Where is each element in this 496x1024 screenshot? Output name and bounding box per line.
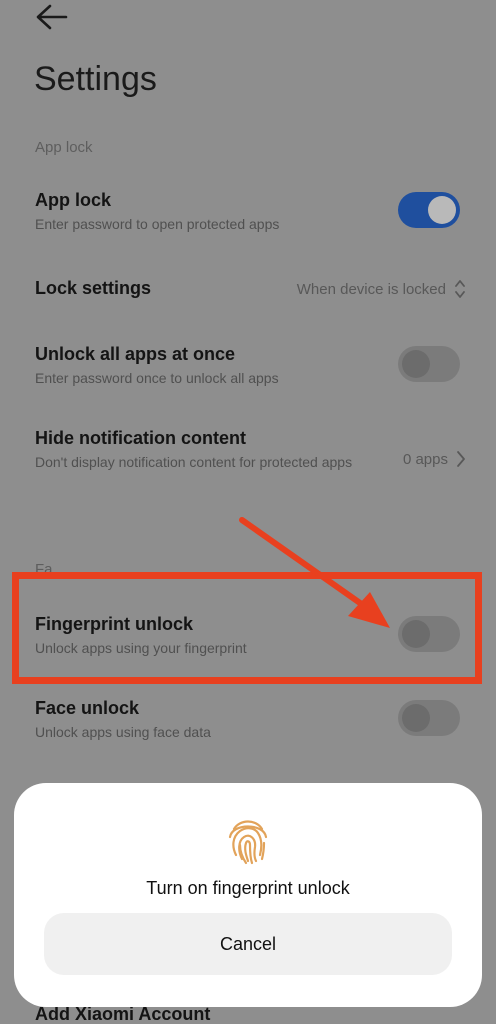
value-text: 0 apps bbox=[402, 450, 448, 468]
unlock-all-toggle[interactable] bbox=[398, 346, 460, 382]
arrow-left-icon bbox=[36, 4, 68, 30]
toggle-knob bbox=[428, 196, 456, 224]
app-lock-toggle[interactable] bbox=[398, 192, 460, 228]
hide-notification-value[interactable]: 0 apps bbox=[403, 450, 466, 468]
chevron-up-down-icon bbox=[455, 280, 465, 298]
face-unlock-toggle[interactable] bbox=[398, 700, 460, 736]
chevron-right-icon bbox=[457, 451, 465, 467]
setting-subtitle: Don't display notification content for p… bbox=[35, 454, 353, 470]
setting-subtitle: Enter password once to unlock all apps bbox=[35, 370, 279, 386]
setting-title: Hide notification content bbox=[35, 428, 246, 448]
fingerprint-icon bbox=[228, 820, 268, 865]
toggle-knob bbox=[402, 704, 430, 732]
value-text: When device is locked bbox=[296, 280, 446, 298]
setting-subtitle: Enter password to open protected apps bbox=[35, 216, 280, 232]
setting-add-xiaomi-account[interactable]: Add Xiaomi Account bbox=[35, 1004, 466, 1024]
setting-subtitle: Unlock apps using face data bbox=[35, 724, 211, 740]
toggle-knob bbox=[402, 350, 430, 378]
dialog-title: Turn on fingerprint unlock bbox=[146, 878, 350, 898]
annotation-arrow-icon bbox=[239, 517, 390, 628]
setting-title: Add Xiaomi Account bbox=[35, 1004, 211, 1024]
setting-hide-notification[interactable]: Hide notification content Don't display … bbox=[35, 428, 466, 471]
lock-settings-value[interactable]: When device is locked bbox=[297, 278, 466, 300]
page-title: Settings bbox=[34, 60, 157, 98]
back-button[interactable] bbox=[32, 2, 72, 32]
cancel-button[interactable]: Cancel bbox=[44, 913, 452, 975]
section-header-app-lock: App lock bbox=[35, 139, 93, 156]
fingerprint-dialog: Turn on fingerprint unlock Cancel bbox=[14, 783, 482, 1007]
